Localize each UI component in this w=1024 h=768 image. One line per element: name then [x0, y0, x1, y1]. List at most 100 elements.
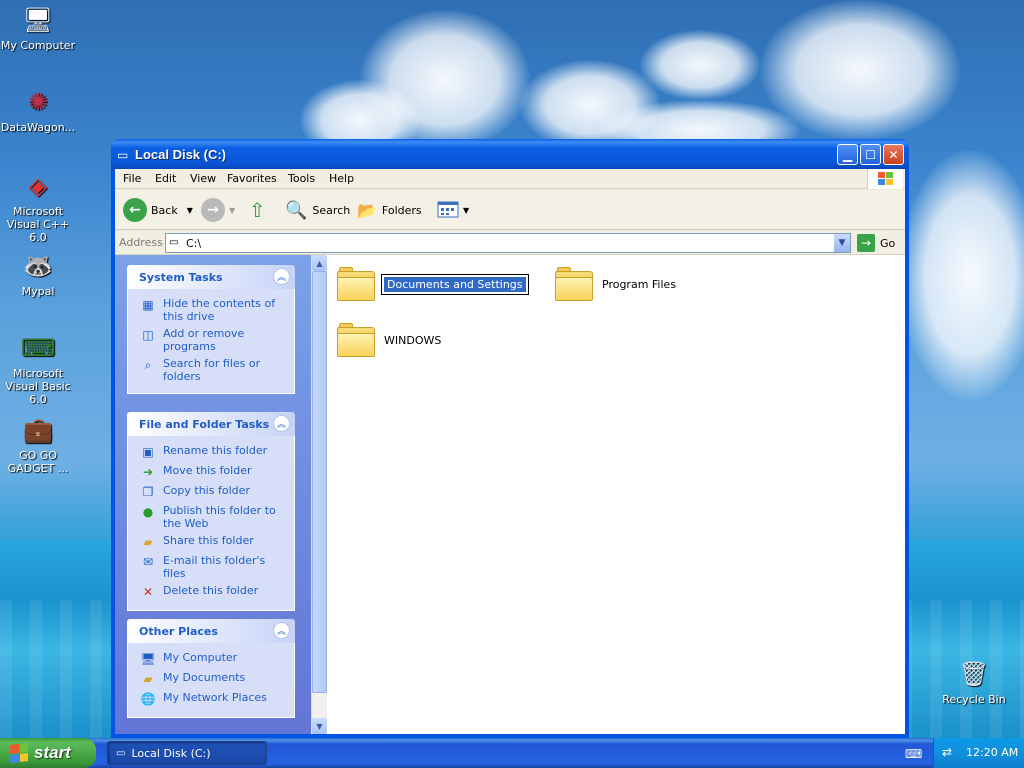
move-icon: ➔: [142, 464, 154, 479]
visual-basic-icon: ⌨: [20, 333, 56, 362]
add-remove-programs-icon: ◫: [142, 327, 154, 342]
system-tray: ⇄ 12:20 AM: [933, 738, 1024, 768]
menu-file[interactable]: File: [123, 172, 141, 185]
menu-view[interactable]: View: [190, 172, 216, 185]
other-places-panel: Other Places ︽ 🖥 My Computer ▰ My Docume…: [127, 619, 295, 718]
back-button[interactable]: ← Back ▼: [123, 198, 193, 222]
task-label: Publish this folder to the Web: [163, 504, 276, 530]
minimize-button[interactable]: ▁: [837, 144, 858, 165]
task-add-remove-programs[interactable]: ◫ Add or remove programs: [140, 327, 286, 353]
desktop-icon-visual-cpp[interactable]: ◈ Microsoft Visual C++ 6.0: [0, 170, 78, 245]
task-label: E-mail this folder's files: [163, 554, 266, 580]
explorer-window: ▭ Local Disk (C:) ▁ ☐ ✕ File Edit View F…: [111, 139, 909, 738]
task-move-folder[interactable]: ➔ Move this folder: [140, 464, 286, 480]
scroll-down-button[interactable]: ▼: [312, 718, 327, 734]
my-computer-icon: 🖥: [140, 651, 156, 666]
task-hide-contents[interactable]: ▦ Hide the contents of this drive: [140, 297, 286, 323]
go-label: Go: [880, 236, 896, 250]
go-button[interactable]: → Go: [857, 233, 895, 253]
back-arrow-icon: ←: [123, 198, 147, 222]
task-search-files[interactable]: ⌕ Search for files or folders: [140, 357, 286, 383]
folders-button[interactable]: 📂 Folders: [357, 198, 422, 222]
task-label: Delete this folder: [163, 584, 259, 597]
forward-button[interactable]: → ▼: [201, 198, 235, 222]
chevron-down-icon[interactable]: ▼: [229, 206, 235, 215]
task-label: My Computer: [163, 651, 238, 664]
taskbar-window-label: Local Disk (C:): [131, 746, 211, 760]
menu-edit[interactable]: Edit: [155, 172, 176, 185]
place-network-places[interactable]: 🌐 My Network Places: [140, 691, 286, 707]
network-places-icon: 🌐: [140, 691, 156, 706]
windows-flag-icon: [10, 743, 28, 763]
email-icon: ✉: [142, 554, 154, 569]
desktop-icon-recycle-bin[interactable]: 🗑 Recycle Bin: [934, 658, 1014, 707]
panel-title: Other Places: [139, 625, 218, 638]
views-button[interactable]: ▼: [437, 198, 469, 222]
address-bar: Address ▭ C:\ ▼ → Go: [115, 231, 905, 255]
network-tray-icon[interactable]: ⇄: [942, 745, 952, 759]
up-folder-button[interactable]: ⇧: [249, 198, 266, 222]
chevron-down-icon[interactable]: ▼: [187, 206, 193, 215]
address-input[interactable]: ▭ C:\ ▼: [165, 233, 851, 253]
title-bar[interactable]: ▭ Local Disk (C:) ▁ ☐ ✕: [111, 139, 909, 169]
task-label: Hide the contents of this drive: [163, 297, 276, 323]
desktop-icon-my-computer[interactable]: 🖥 My Computer: [0, 4, 78, 53]
desktop-icon-label: Microsoft Visual C++ 6.0: [6, 205, 70, 244]
address-value: C:\: [186, 237, 202, 250]
keyboard-icon[interactable]: ⌨: [905, 747, 922, 761]
place-my-documents[interactable]: ▰ My Documents: [140, 671, 286, 687]
desktop-icon-visual-basic[interactable]: ⌨ Microsoft Visual Basic 6.0: [0, 332, 78, 407]
copy-icon: ❐: [142, 484, 154, 499]
folder-name-input[interactable]: Documents and Settings: [381, 273, 529, 295]
panel-header[interactable]: File and Folder Tasks ︽: [127, 412, 295, 436]
task-copy-folder[interactable]: ❐ Copy this folder: [140, 484, 286, 500]
drive-icon: ▭: [169, 237, 179, 248]
panel-title: System Tasks: [139, 271, 223, 284]
task-email-files[interactable]: ✉ E-mail this folder's files: [140, 554, 286, 580]
task-label: Copy this folder: [163, 484, 250, 497]
clock[interactable]: 12:20 AM: [966, 746, 1018, 759]
folder-documents-and-settings[interactable]: Documents and Settings: [337, 267, 529, 301]
panel-header[interactable]: System Tasks ︽: [127, 265, 295, 289]
desktop-icon-label: Recycle Bin: [942, 693, 1006, 706]
desktop-icon-datawagon[interactable]: ✺ DataWagon...: [0, 86, 78, 135]
task-delete-folder[interactable]: ✕ Delete this folder: [140, 584, 286, 600]
drive-icon: ▭: [117, 148, 129, 162]
menu-favorites[interactable]: Favorites: [227, 172, 277, 185]
scroll-thumb[interactable]: [312, 271, 327, 693]
search-label: Search: [312, 203, 351, 217]
recycle-bin-icon: 🗑: [958, 659, 990, 688]
place-my-computer[interactable]: 🖥 My Computer: [140, 651, 286, 667]
start-button[interactable]: start: [0, 738, 96, 768]
task-rename-folder[interactable]: ▣ Rename this folder: [140, 444, 286, 460]
mypal-icon: 🦝: [23, 251, 53, 280]
window-title: Local Disk (C:): [135, 147, 227, 162]
close-button[interactable]: ✕: [883, 144, 904, 165]
task-share-folder[interactable]: ▰ Share this folder: [140, 534, 286, 550]
panel-header[interactable]: Other Places ︽: [127, 619, 295, 643]
task-label: Move this folder: [163, 464, 252, 477]
menu-tools[interactable]: Tools: [288, 172, 315, 185]
desktop-icon-go-go-gadget[interactable]: 💼 GO GO GADGET ...: [0, 414, 78, 476]
taskbar-window-button[interactable]: ▭ Local Disk (C:): [107, 741, 267, 765]
desktop-icon-mypal[interactable]: 🦝 Mypal: [0, 250, 78, 299]
collapse-icon[interactable]: ︽: [273, 622, 290, 639]
my-computer-icon: 🖥: [22, 5, 54, 34]
drive-icon: ▭: [116, 747, 126, 759]
collapse-icon[interactable]: ︽: [273, 415, 290, 432]
menu-help[interactable]: Help: [329, 172, 354, 185]
folder-windows[interactable]: WINDOWS: [337, 323, 441, 357]
task-label: Search for files or folders: [163, 357, 261, 383]
task-publish-web[interactable]: ● Publish this folder to the Web: [140, 504, 286, 530]
scroll-up-button[interactable]: ▲: [312, 255, 327, 271]
maximize-button[interactable]: ☐: [860, 144, 881, 165]
folder-program-files[interactable]: Program Files: [555, 267, 676, 301]
collapse-icon[interactable]: ︽: [273, 268, 290, 285]
address-dropdown-button[interactable]: ▼: [834, 234, 850, 252]
go-arrow-icon: →: [857, 234, 875, 252]
datawagon-icon: ✺: [27, 87, 49, 116]
task-label: My Documents: [163, 671, 246, 684]
task-pane-scrollbar[interactable]: ▲ ▼: [311, 255, 327, 734]
desktop-icon-label: My Computer: [0, 39, 76, 52]
search-button[interactable]: 🔍 Search: [285, 198, 350, 222]
